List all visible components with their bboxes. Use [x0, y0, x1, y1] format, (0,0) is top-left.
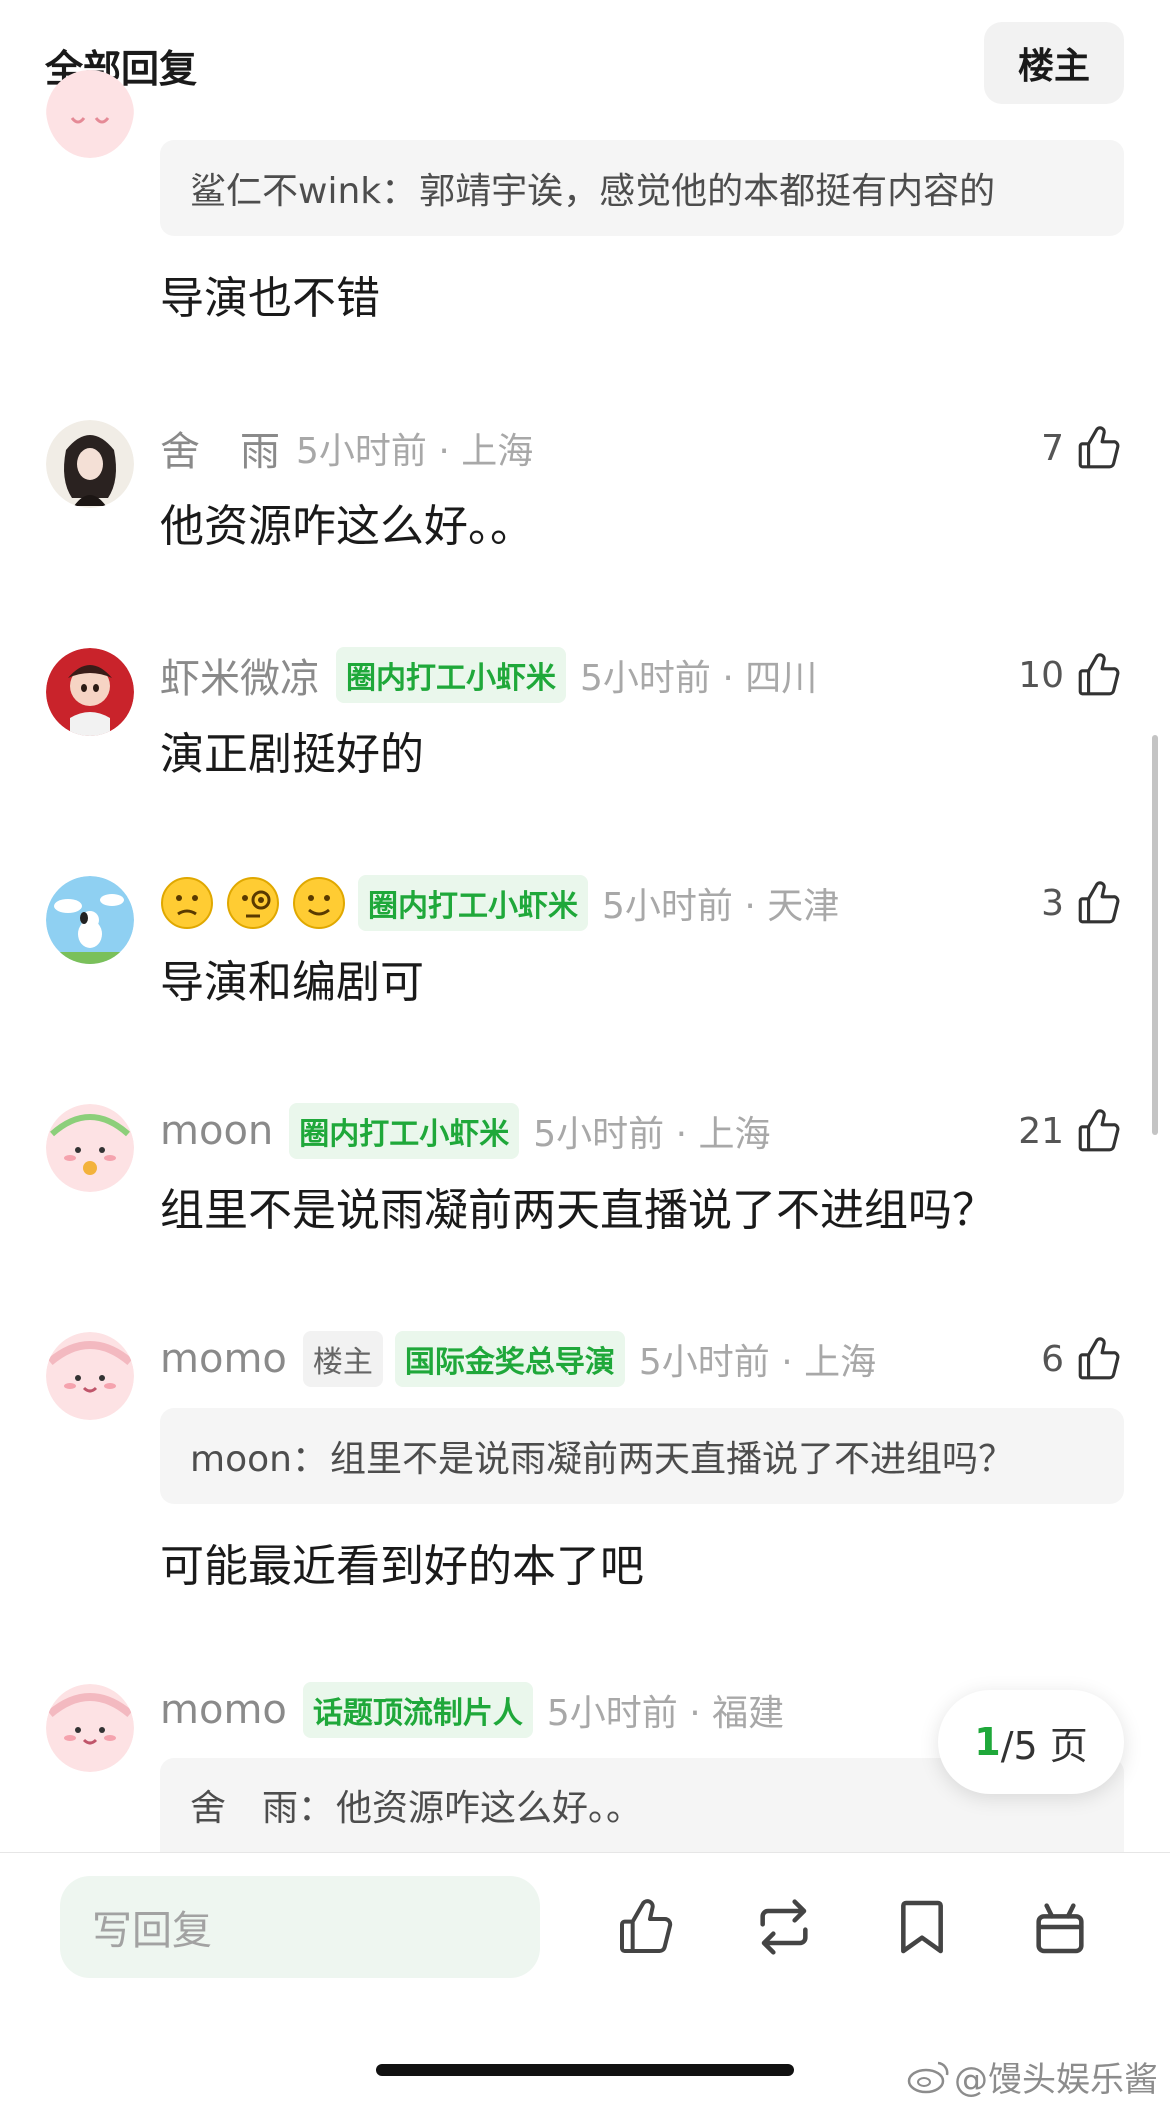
- timestamp-location: 5小时前 · 福建: [546, 1693, 785, 1734]
- comment-meta: 圈内打工小虾米 5小时前 · 天津: [160, 873, 839, 933]
- comment-text: 演正剧挺好的: [160, 729, 424, 780]
- timestamp-location: 5小时前 · 天津: [602, 886, 840, 927]
- quoted-author[interactable]: moon：: [190, 1430, 328, 1482]
- timestamp-location: 5小时前 · 四川: [580, 658, 818, 699]
- thumbs-up-icon: [1078, 426, 1120, 469]
- username[interactable]: 虾米微凉: [160, 646, 320, 704]
- home-indicator: [376, 2064, 794, 2076]
- avatar[interactable]: [46, 60, 134, 158]
- comment-text: 可能最近看到好的本了吧: [160, 1541, 644, 1592]
- timestamp-location: 5小时前 · 上海: [638, 1342, 877, 1383]
- weibo-logo-icon: [907, 2061, 949, 2093]
- like-count: 10: [1018, 654, 1064, 696]
- quoted-text: 郭靖宇诶，感觉他的本都挺有内容的: [419, 171, 996, 212]
- timestamp-location: 5小时前 · 上海: [296, 431, 534, 472]
- watermark-text: @馒头娱乐酱: [954, 2060, 1158, 2100]
- like-count: 3: [1041, 882, 1064, 924]
- owner-only-button[interactable]: 楼主: [984, 22, 1124, 104]
- quoted-author[interactable]: 舍 雨：: [190, 1779, 334, 1831]
- user-badge[interactable]: 国际金奖总导演: [394, 1331, 625, 1387]
- like-button[interactable]: 21: [1018, 1101, 1124, 1161]
- avatar[interactable]: [46, 876, 134, 964]
- comment-meta: 虾米微凉 圈内打工小虾米 5小时前 · 四川: [160, 645, 817, 705]
- quoted-reply[interactable]: moon： 组里不是说雨凝前两天直播说了不进组吗？: [160, 1408, 1124, 1504]
- scrollbar[interactable]: [1152, 735, 1158, 1135]
- thumbs-up-icon: [1078, 1109, 1120, 1152]
- slight-smile-face-icon: [293, 877, 345, 929]
- thumbs-up-icon[interactable]: [614, 1895, 678, 1959]
- user-badge[interactable]: 圈内打工小虾米: [358, 875, 588, 931]
- comment-meta: 舍 雨 5小时前 · 上海: [160, 418, 533, 478]
- quoted-text: 组里不是说雨凝前两天直播说了不进组吗？: [329, 1439, 1014, 1480]
- owner-badge: 楼主: [302, 1331, 383, 1387]
- divider: [0, 1852, 1170, 1853]
- thumbs-up-icon: [1078, 653, 1120, 696]
- like-button[interactable]: 6: [1041, 1329, 1124, 1389]
- like-count: 6: [1041, 1338, 1064, 1380]
- comment-text: 导演和编剧可: [160, 957, 424, 1008]
- confused-face-icon: [161, 877, 213, 929]
- comment-text: 组里不是说雨凝前两天直播说了不进组吗？: [160, 1185, 996, 1236]
- avatar[interactable]: [46, 1684, 134, 1772]
- page-indicator[interactable]: 1 /5 页: [938, 1690, 1124, 1794]
- avatar[interactable]: [46, 420, 134, 508]
- username[interactable]: moon: [160, 1108, 273, 1154]
- bookmark-icon[interactable]: [890, 1895, 954, 1959]
- user-badge[interactable]: 圈内打工小虾米: [336, 647, 566, 703]
- username[interactable]: 舍 雨: [160, 419, 280, 477]
- gift-icon[interactable]: [1028, 1895, 1092, 1959]
- like-button[interactable]: 7: [1041, 418, 1124, 478]
- reply-input[interactable]: 写回复: [60, 1876, 540, 1978]
- user-badge[interactable]: 话题顶流制片人: [302, 1682, 533, 1738]
- repost-icon[interactable]: [752, 1895, 816, 1959]
- thumbs-up-icon: [1078, 1337, 1120, 1380]
- comment-meta: moon 圈内打工小虾米 5小时前 · 上海: [160, 1101, 771, 1161]
- avatar[interactable]: [46, 648, 134, 736]
- username[interactable]: momo: [160, 1336, 287, 1382]
- monocle-face-icon: [227, 877, 279, 929]
- like-count: 7: [1041, 427, 1064, 469]
- like-button[interactable]: 3: [1041, 873, 1124, 933]
- watermark: @馒头娱乐酱: [906, 2052, 1158, 2101]
- avatar[interactable]: [46, 1104, 134, 1192]
- like-button[interactable]: 10: [1018, 645, 1124, 705]
- quoted-text: 他资源咋这么好。。: [336, 1788, 643, 1829]
- comment-text: 导演也不错: [160, 273, 380, 324]
- avatar[interactable]: [46, 1332, 134, 1420]
- timestamp-location: 5小时前 · 上海: [533, 1114, 771, 1155]
- comment-meta: momo 话题顶流制片人 5小时前 · 福建: [160, 1680, 784, 1740]
- current-page: 1: [974, 1720, 1001, 1764]
- like-count: 21: [1018, 1110, 1064, 1152]
- total-pages: /5 页: [1000, 1723, 1088, 1768]
- comment-text: 他资源咋这么好。。: [160, 501, 534, 552]
- user-badge[interactable]: 圈内打工小虾米: [289, 1103, 520, 1159]
- username[interactable]: momo: [160, 1687, 287, 1733]
- thumbs-up-icon: [1078, 881, 1120, 924]
- quoted-reply[interactable]: 鲨仁不wink： 郭靖宇诶，感觉他的本都挺有内容的: [160, 140, 1124, 236]
- quoted-author[interactable]: 鲨仁不wink：: [190, 162, 417, 214]
- comment-meta: momo 楼主 国际金奖总导演 5小时前 · 上海: [160, 1329, 876, 1389]
